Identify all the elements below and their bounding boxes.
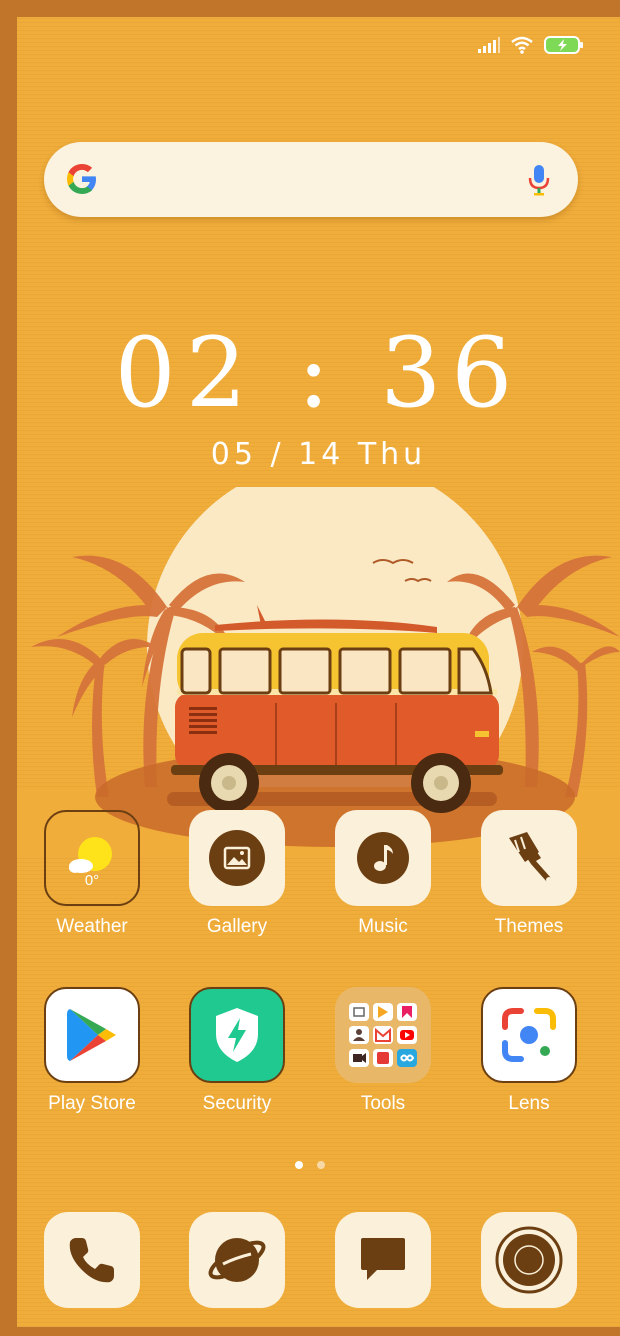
tools-folder-icon: [349, 1003, 417, 1067]
camera-icon: [495, 1226, 563, 1294]
lens-icon: [502, 1008, 556, 1062]
gallery-icon: [209, 830, 265, 886]
app-label-gallery: Gallery: [206, 916, 268, 937]
clock-date: 05 / 14 Thu: [210, 437, 427, 472]
camera-tile[interactable]: [481, 1212, 577, 1308]
page-dot-2[interactable]: [317, 1161, 325, 1169]
home-screen: 02 : 36 05 / 14 Thu 0° Weather Gallery M…: [17, 17, 620, 1327]
page-dot-1[interactable]: [295, 1161, 303, 1169]
weather-temp: 0°: [84, 872, 100, 889]
app-label-play-store: Play Store: [48, 1093, 136, 1114]
phone-icon: [69, 1238, 114, 1283]
google-search-bar[interactable]: [44, 142, 578, 217]
app-lens[interactable]: Lens: [479, 987, 579, 1115]
microphone-icon[interactable]: [528, 164, 550, 196]
clock-time[interactable]: 02 : 36: [17, 317, 620, 429]
battery-charging-icon: [544, 36, 583, 54]
app-music[interactable]: Music: [333, 810, 433, 938]
browser-tile[interactable]: [189, 1212, 285, 1308]
music-icon: [357, 832, 409, 884]
phone-tile[interactable]: [44, 1212, 140, 1308]
themes-tile[interactable]: [481, 810, 577, 906]
browser-icon: [208, 1238, 266, 1282]
app-themes[interactable]: Themes: [479, 810, 579, 938]
app-gallery[interactable]: Gallery: [187, 810, 287, 938]
themes-icon: [509, 832, 552, 883]
app-label-lens: Lens: [508, 1093, 550, 1114]
security-tile[interactable]: [189, 987, 285, 1083]
app-weather[interactable]: 0° Weather: [42, 810, 142, 938]
app-label-weather: Weather: [56, 916, 128, 937]
messages-icon: [361, 1238, 405, 1280]
tools-folder-tile[interactable]: [335, 987, 431, 1083]
messages-tile[interactable]: [335, 1212, 431, 1308]
play-store-tile[interactable]: [44, 987, 140, 1083]
dock-browser[interactable]: [187, 1212, 287, 1308]
security-icon: [216, 1008, 258, 1062]
gallery-tile[interactable]: [189, 810, 285, 906]
lens-tile[interactable]: [481, 987, 577, 1083]
status-bar: [478, 36, 584, 54]
google-logo-icon: [67, 164, 96, 194]
music-tile[interactable]: [335, 810, 431, 906]
app-label-security: Security: [202, 1093, 272, 1114]
app-label-themes: Themes: [494, 916, 564, 937]
signal-icon: [478, 37, 500, 53]
app-label-music: Music: [358, 916, 408, 937]
weather-tile[interactable]: 0°: [44, 810, 140, 906]
play-store-icon: [67, 1009, 116, 1061]
dock-messages[interactable]: [333, 1212, 433, 1308]
app-label-tools: Tools: [360, 1093, 406, 1114]
app-security[interactable]: Security: [187, 987, 287, 1115]
page-indicator: [295, 1161, 325, 1169]
wallpaper-van-illustration: [17, 487, 620, 857]
dock-camera[interactable]: [479, 1212, 579, 1308]
dock-phone[interactable]: [42, 1212, 142, 1308]
app-tools-folder[interactable]: Tools: [333, 987, 433, 1115]
wifi-icon: [511, 36, 533, 54]
app-play-store[interactable]: Play Store: [42, 987, 142, 1115]
